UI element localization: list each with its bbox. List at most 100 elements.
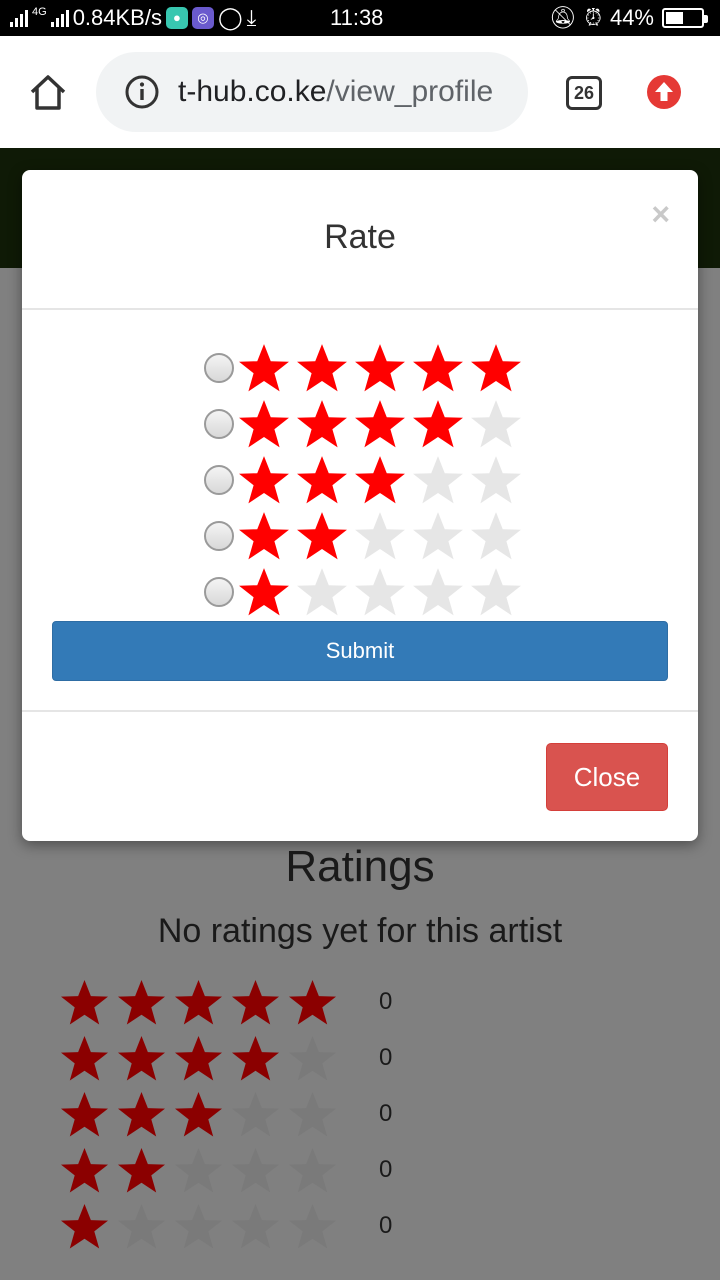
address-bar[interactable]: t-hub.co.ke/view_profile [96, 52, 528, 132]
star-group [60, 1034, 337, 1083]
star-group [60, 1090, 337, 1139]
star-filled-icon [117, 979, 166, 1025]
battery-icon [662, 8, 708, 28]
browser-toolbar: t-hub.co.ke/view_profile 26 [0, 36, 720, 148]
url-host: t-hub.co.ke [178, 75, 327, 108]
star-filled-icon [117, 1091, 166, 1137]
star-group [60, 1146, 337, 1195]
star-group [238, 510, 522, 562]
star-filled-icon [60, 1035, 109, 1081]
star-empty-icon [231, 1203, 280, 1249]
star-group [238, 566, 522, 618]
url-text: t-hub.co.ke/view_profile [178, 75, 493, 109]
star-group [60, 1202, 337, 1251]
star-empty-icon [471, 400, 521, 448]
star-filled-icon [413, 344, 463, 392]
ratings-breakdown: 0 0 0 0 0 [60, 974, 392, 1254]
rating-option-3[interactable] [204, 452, 522, 508]
ratings-row-2: 0 [60, 1142, 392, 1198]
ratings-row-4: 0 [60, 1030, 392, 1086]
mute-icon: 🔕︎ [548, 5, 577, 30]
ratings-row-3: 0 [60, 1086, 392, 1142]
submit-button[interactable]: Submit [52, 621, 668, 681]
battery-level [666, 12, 683, 24]
url-path: /view_profile [326, 75, 494, 108]
rating-radio[interactable] [204, 409, 234, 439]
star-empty-icon [174, 1147, 223, 1193]
star-filled-icon [239, 344, 289, 392]
rating-count: 0 [379, 1044, 393, 1071]
star-empty-icon [288, 1203, 337, 1249]
modal-close-x-button[interactable]: × [651, 198, 670, 230]
rating-options [204, 340, 522, 620]
star-filled-icon [239, 456, 289, 504]
info-icon[interactable] [124, 74, 160, 110]
status-left: 4G 0.84KB/s ● ◎ ◯ ⤓ [10, 0, 256, 36]
star-empty-icon [231, 1091, 280, 1137]
star-filled-icon [174, 1035, 223, 1081]
star-empty-icon [471, 512, 521, 560]
battery-percent: 44% [609, 5, 654, 30]
rate-modal: Rate × Submit Close [22, 170, 698, 841]
star-filled-icon [355, 456, 405, 504]
whatsapp-icon: ◯ [217, 5, 243, 30]
star-empty-icon [288, 1091, 337, 1137]
star-filled-icon [355, 344, 405, 392]
close-button[interactable]: Close [546, 743, 668, 811]
star-group [238, 454, 522, 506]
rating-count: 0 [379, 988, 393, 1015]
star-empty-icon [355, 568, 405, 616]
signal-icon-2 [50, 9, 69, 27]
rating-radio[interactable] [204, 521, 234, 551]
star-filled-icon [231, 979, 280, 1025]
star-filled-icon [174, 1091, 223, 1137]
star-empty-icon [231, 1147, 280, 1193]
star-filled-icon [239, 568, 289, 616]
star-filled-icon [231, 1035, 280, 1081]
rating-radio[interactable] [204, 353, 234, 383]
upgrade-icon[interactable] [646, 74, 682, 110]
star-empty-icon [355, 512, 405, 560]
star-filled-icon [297, 456, 347, 504]
star-filled-icon [60, 1147, 109, 1193]
star-empty-icon [471, 568, 521, 616]
star-empty-icon [117, 1203, 166, 1249]
ratings-row-1: 0 [60, 1198, 392, 1254]
clock: 11:38 [330, 5, 384, 30]
alarm-icon: ⏰︎ [584, 5, 602, 30]
star-empty-icon [413, 568, 463, 616]
star-filled-icon [355, 400, 405, 448]
star-filled-icon [239, 400, 289, 448]
rating-option-4[interactable] [204, 396, 522, 452]
star-filled-icon [174, 979, 223, 1025]
rating-count: 0 [379, 1212, 393, 1239]
star-filled-icon [413, 400, 463, 448]
star-empty-icon [413, 512, 463, 560]
star-empty-icon [288, 1147, 337, 1193]
rating-count: 0 [379, 1156, 393, 1183]
app-icon: ◎ [191, 7, 214, 29]
download-icon: ⤓ [246, 5, 257, 30]
rating-radio[interactable] [204, 465, 234, 495]
rating-option-1[interactable] [204, 564, 522, 620]
star-filled-icon [297, 400, 347, 448]
status-bar: 4G 0.84KB/s ● ◎ ◯ ⤓ 11:38 🔕︎ ⏰︎ 44% [0, 0, 720, 36]
rating-option-5[interactable] [204, 340, 522, 396]
star-filled-icon [297, 512, 347, 560]
home-icon[interactable] [28, 72, 68, 112]
modal-header: Rate × [22, 170, 698, 310]
star-group [238, 342, 522, 394]
tab-switcher-button[interactable]: 26 [566, 76, 602, 110]
star-filled-icon [239, 512, 289, 560]
signal-icon [10, 9, 28, 27]
rating-count: 0 [379, 1100, 393, 1127]
star-filled-icon [60, 1091, 109, 1137]
star-group [238, 398, 522, 450]
rating-option-2[interactable] [204, 508, 522, 564]
star-filled-icon [297, 344, 347, 392]
star-filled-icon [60, 1203, 109, 1249]
rating-radio[interactable] [204, 577, 234, 607]
star-group [60, 978, 337, 1027]
star-filled-icon [117, 1147, 166, 1193]
star-empty-icon [297, 568, 347, 616]
